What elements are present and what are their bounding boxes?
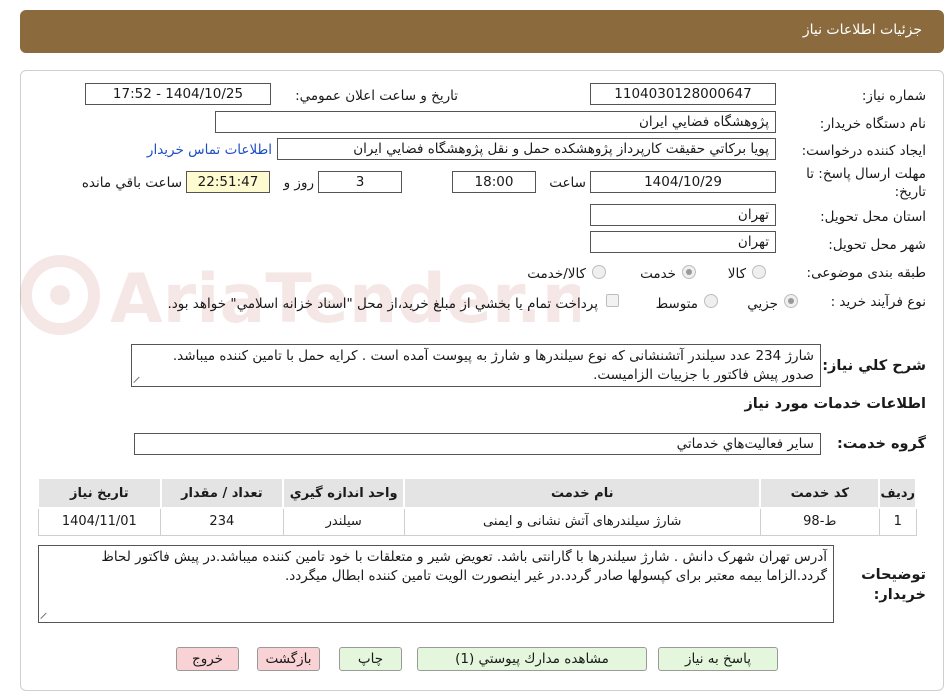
category-radio-service[interactable] bbox=[682, 265, 696, 279]
notes-label-buyer: خریدار: bbox=[873, 587, 926, 603]
table-header-row: رديف كد خدمت نام خدمت واحد اندازه گيري ت… bbox=[37, 477, 917, 509]
reply-button[interactable]: پاسخ به نياز bbox=[658, 647, 778, 671]
col-header-need-date: تاريخ نياز bbox=[37, 477, 162, 509]
resize-grip-icon[interactable] bbox=[41, 611, 49, 619]
category-label: طبقه بندی موضوعی: bbox=[806, 265, 926, 281]
buyer-field: پژوهشگاه فضايي ايران bbox=[215, 111, 776, 133]
cell-row-number: 1 bbox=[878, 507, 917, 536]
treasury-payment-note: پرداخت تمام يا بخشي از مبلغ خريد،از محل … bbox=[167, 296, 598, 312]
city-field: تهران bbox=[590, 231, 776, 253]
service-group-field: ساير فعاليت‌هاي خدماتي bbox=[134, 433, 821, 455]
process-radio-medium[interactable] bbox=[704, 294, 718, 308]
table-row: 1 ط-98 شارژ سیلندرهای آتش نشانی و ایمنی … bbox=[37, 507, 917, 536]
cell-need-date: 1404/11/01 bbox=[37, 507, 162, 536]
summary-textarea[interactable]: شارژ 234 عدد سیلندر آتشنشانی که نوع سیلن… bbox=[131, 344, 821, 387]
col-header-service-code: كد خدمت bbox=[759, 477, 881, 509]
col-header-unit: واحد اندازه گيري bbox=[282, 477, 406, 509]
announce-label: تاریخ و ساعت اعلان عمومي: bbox=[295, 88, 458, 104]
view-attachments-button[interactable]: مشاهده مدارك پيوستي (1) bbox=[417, 647, 647, 671]
creator-label: ايجاد كننده درخواست: bbox=[801, 143, 926, 159]
page-title: جزئیات اطلاعات نیاز bbox=[802, 22, 922, 38]
deadline-label: مهلت ارسال پاسخ: تا bbox=[806, 166, 926, 182]
city-label: شهر محل تحویل: bbox=[828, 237, 926, 253]
notes-label: توضیحات bbox=[861, 567, 926, 583]
buyer-notes-text: آدرس تهران شهرک دانش . شارژ سیلندرها با … bbox=[101, 549, 827, 584]
print-button[interactable]: چاپ bbox=[339, 647, 402, 671]
service-group-label: گروه خدمت: bbox=[836, 436, 926, 452]
col-header-row-number: رديف bbox=[878, 477, 917, 509]
category-option-goods: كالا bbox=[727, 266, 746, 282]
process-radio-minor[interactable] bbox=[784, 294, 798, 308]
buyer-notes-textarea[interactable]: آدرس تهران شهرک دانش . شارژ سیلندرها با … bbox=[38, 545, 834, 623]
cell-service-name: شارژ سیلندرهای آتش نشانی و ایمنی bbox=[403, 507, 761, 536]
col-header-service-name: نام خدمت bbox=[403, 477, 762, 509]
services-section-title: اطلاعات خدمات مورد نياز bbox=[744, 396, 926, 412]
summary-text: شارژ 234 عدد سیلندر آتشنشانی که نوع سیلن… bbox=[172, 348, 814, 383]
creator-field: پويا بركاتي حقيقت كارپرداز پژوهشكده حمل … bbox=[277, 138, 776, 160]
category-option-goods-service: كالا/خدمت bbox=[527, 266, 586, 282]
resize-grip-icon[interactable] bbox=[134, 375, 142, 383]
category-option-service: خدمت bbox=[640, 266, 676, 282]
back-button[interactable]: بازگشت bbox=[257, 647, 320, 671]
province-label: استان محل تحویل: bbox=[820, 209, 926, 225]
process-option-minor: جزيي bbox=[747, 296, 778, 312]
days-field: 3 bbox=[318, 171, 402, 193]
buyer-contact-link[interactable]: اطلاعات تماس خريدار bbox=[140, 142, 272, 158]
summary-label: شرح كلي نياز: bbox=[822, 358, 926, 374]
category-radio-goods[interactable] bbox=[752, 265, 766, 279]
hour-label: ساعت bbox=[549, 175, 586, 191]
deadline-date-field: 1404/10/29 bbox=[590, 171, 776, 193]
announce-datetime-field: 1404/10/25 - 17:52 bbox=[85, 83, 271, 105]
category-radio-goods-service[interactable] bbox=[592, 265, 606, 279]
remaining-time-field: 22:51:47 bbox=[186, 171, 270, 193]
days-label: روز و bbox=[283, 175, 314, 191]
province-field: تهران bbox=[590, 204, 776, 226]
deadline-time-field: 18:00 bbox=[452, 171, 536, 193]
watermark-logo: AriaTender.neT bbox=[20, 255, 580, 339]
cell-unit: سیلندر bbox=[282, 507, 405, 536]
services-table-wrap: رديف كد خدمت نام خدمت واحد اندازه گيري ت… bbox=[37, 477, 917, 536]
process-option-medium: متوسط bbox=[655, 296, 698, 312]
need-number-field: 1104030128000647 bbox=[590, 83, 776, 105]
cell-service-code: ط-98 bbox=[759, 507, 880, 536]
buyer-label: نام دستگاه خريدار: bbox=[819, 116, 926, 132]
deadline-label-date: تاريخ: bbox=[894, 184, 926, 200]
need-number-label: شماره نیاز: bbox=[861, 88, 926, 104]
treasury-payment-checkbox[interactable] bbox=[606, 294, 619, 307]
remaining-label: ساعت باقي مانده bbox=[81, 175, 182, 191]
process-label: نوع فرآيند خريد : bbox=[830, 294, 926, 310]
cell-quantity: 234 bbox=[160, 507, 284, 536]
services-table: رديف كد خدمت نام خدمت واحد اندازه گيري ت… bbox=[37, 477, 917, 536]
col-header-quantity: تعداد / مقدار bbox=[159, 477, 285, 509]
exit-button[interactable]: خروج bbox=[176, 647, 239, 671]
